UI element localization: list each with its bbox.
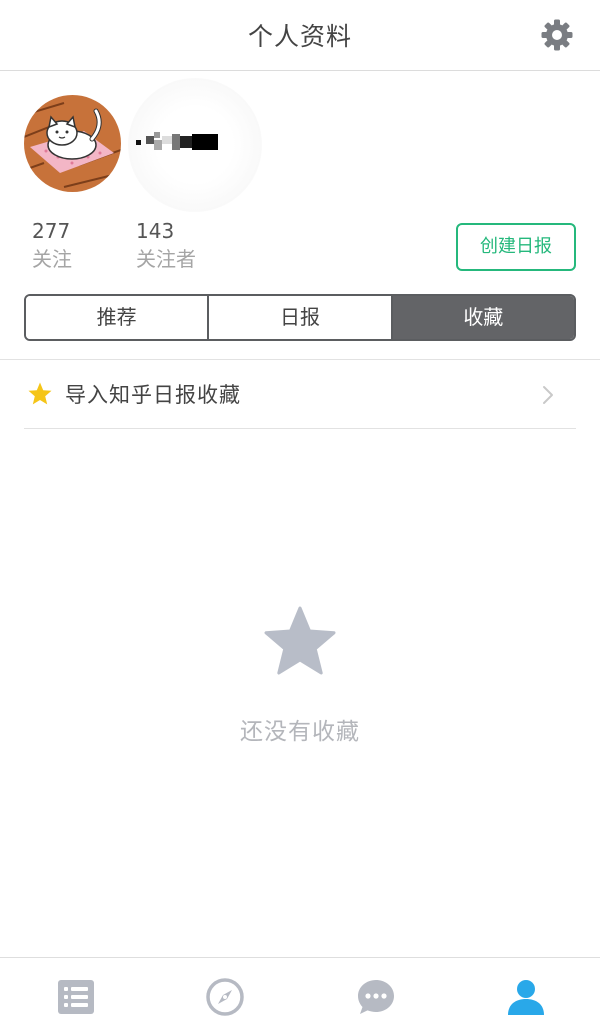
nav-feed[interactable]	[56, 977, 96, 1017]
empty-state-text: 还没有收藏	[240, 719, 360, 745]
compass-icon	[206, 978, 244, 1016]
person-icon	[508, 980, 544, 1015]
following-count: 277	[32, 219, 71, 243]
gear-icon	[541, 19, 573, 51]
bottom-tab-bar	[0, 957, 600, 1036]
following-label: 关注	[32, 247, 72, 271]
nav-messages[interactable]	[356, 977, 396, 1017]
top-bar: 个人资料	[0, 0, 600, 71]
tab-recommend[interactable]: 推荐	[26, 296, 208, 339]
username: ▪▪▪▪▪▪	[136, 130, 218, 154]
chat-bubble-icon	[358, 980, 394, 1014]
create-daily-button[interactable]: 创建日报	[456, 223, 576, 271]
pixelated-username-image	[136, 132, 218, 150]
following-stat[interactable]: 277 关注	[32, 219, 72, 275]
chevron-right-icon	[543, 386, 553, 404]
followers-label: 关注者	[136, 247, 196, 271]
segmented-tabs: 推荐 日报 收藏	[24, 294, 576, 341]
settings-button[interactable]	[540, 18, 574, 52]
star-icon	[28, 382, 52, 405]
page-title: 个人资料	[247, 22, 352, 51]
followers-count: 143	[136, 219, 175, 243]
followers-stat[interactable]: 143 关注者	[136, 219, 196, 275]
tab-favorites[interactable]: 收藏	[390, 296, 574, 339]
profile-page: 个人资料 277 关注 143 关注者 创建日报 推荐 日报 收藏 导入知乎日报…	[0, 0, 600, 1036]
avatar[interactable]	[24, 95, 121, 192]
nav-profile[interactable]	[506, 977, 546, 1017]
tab-daily[interactable]: 日报	[207, 296, 391, 339]
list-icon	[58, 980, 94, 1014]
import-favorites-label: 导入知乎日报收藏	[65, 383, 241, 407]
import-favorites-row[interactable]: 导入知乎日报收藏	[24, 360, 576, 429]
nav-discover[interactable]	[205, 977, 245, 1017]
cat-avatar-icon	[24, 95, 121, 192]
empty-star-icon	[264, 606, 336, 675]
